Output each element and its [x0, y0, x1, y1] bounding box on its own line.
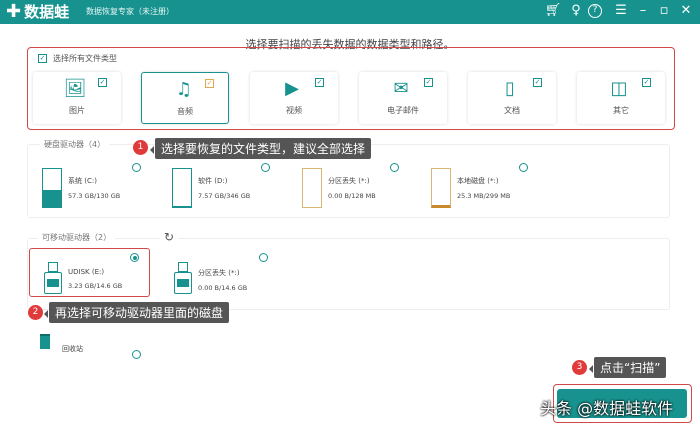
checkbox[interactable]: ✓	[315, 78, 324, 87]
key-icon[interactable]: ♀	[567, 3, 585, 18]
checkbox[interactable]: ✓	[205, 79, 214, 88]
drive-radio[interactable]	[130, 253, 139, 262]
drive-c[interactable]: 系统 (C:) 57.3 GB/130 GB	[42, 168, 120, 208]
callout-tooltip: 选择要恢复的文件类型，建议全部选择	[149, 138, 372, 159]
usb-icon	[44, 262, 62, 294]
checkbox[interactable]: ✓	[642, 78, 651, 87]
file-type-label: 视频	[286, 106, 302, 115]
checkbox[interactable]: ✓	[98, 78, 107, 87]
file-type-document[interactable]: ▯ ✓ 文档	[468, 72, 556, 124]
watermark: 头条 @数据蛙软件	[540, 399, 674, 418]
callout-tooltip: 再选择可移动驱动器里面的磁盘	[43, 302, 230, 323]
drive-size: 3.23 GB/14.6 GB	[68, 282, 123, 290]
file-type-image[interactable]: 🖼︎ ✓ 图片	[33, 72, 121, 124]
logo-text: 数据蛙	[24, 3, 70, 21]
drive-radio[interactable]	[259, 253, 268, 262]
drive-size: 25.3 MB/299 MB	[457, 192, 511, 200]
checkbox[interactable]: ✓	[533, 78, 542, 87]
drive-icon	[42, 168, 62, 208]
minimize-icon[interactable]: –	[634, 3, 652, 18]
document-icon: ▯	[505, 78, 515, 99]
close-icon[interactable]: ✕	[677, 3, 695, 18]
drive-radio[interactable]	[261, 163, 270, 172]
select-all-checkbox[interactable]: ✓ 选择所有文件类型	[38, 53, 117, 64]
drive-local-disk[interactable]: 本地磁盘 (*:) 25.3 MB/299 MB	[431, 168, 510, 208]
drive-radio[interactable]	[132, 163, 141, 172]
drive-name: 分区丢失 (*:)	[198, 269, 240, 277]
file-type-label: 图片	[69, 106, 85, 115]
image-icon: 🖼︎	[63, 78, 87, 99]
drive-size: 7.57 GB/346 GB	[198, 192, 251, 200]
logo-icon: ✚	[6, 1, 22, 22]
drive-size: 0.00 B/14.6 GB	[198, 284, 248, 292]
file-type-label: 音频	[177, 107, 193, 116]
usb-icon	[174, 262, 192, 294]
drive-size: 0.00 B/128 MB	[328, 192, 376, 200]
checkbox[interactable]: ✓	[424, 78, 433, 87]
help-icon[interactable]: ?	[588, 4, 602, 18]
drive-icon	[172, 168, 192, 208]
other-icon: ◫	[610, 78, 628, 99]
email-icon: ✉	[393, 78, 409, 99]
checkbox-icon: ✓	[38, 54, 47, 63]
drive-name: UDISK (E:)	[68, 268, 105, 276]
drive-size: 57.3 GB/130 GB	[68, 192, 121, 200]
callout-badge: 2	[28, 305, 43, 320]
recycle-bin-label[interactable]: 回收站	[62, 344, 83, 354]
removable-drives-label: 可移动驱动器（2）	[38, 232, 116, 243]
drive-name: 软件 (D:)	[198, 177, 228, 185]
select-all-label: 选择所有文件类型	[53, 54, 117, 63]
maximize-icon[interactable]: ▫	[655, 3, 673, 18]
cart-icon[interactable]: 🛒︎	[544, 3, 562, 18]
file-type-label: 文档	[504, 106, 520, 115]
drive-icon	[302, 168, 322, 208]
menu-icon[interactable]: ☰	[612, 3, 630, 18]
drive-removable-lost-partition[interactable]: 分区丢失 (*:) 0.00 B/14.6 GB	[174, 262, 247, 294]
file-type-other[interactable]: ◫ ✓ 其它	[577, 72, 665, 124]
file-type-audio[interactable]: ♫ ✓ 音频	[141, 72, 229, 124]
app-subtitle: 数据恢复专家（未注册）	[86, 7, 174, 16]
drive-icon	[431, 168, 451, 208]
title-bar: ✚ 数据蛙 数据恢复专家（未注册） 🛒︎ ♀ ? ☰ – ▫ ✕	[0, 0, 700, 24]
drive-name: 本地磁盘 (*:)	[457, 177, 499, 185]
file-type-video[interactable]: ▶ ✓ 视频	[250, 72, 338, 124]
drive-udisk[interactable]: UDISK (E:) 3.23 GB/14.6 GB	[44, 262, 122, 294]
file-type-email[interactable]: ✉ ✓ 电子邮件	[359, 72, 447, 124]
drive-name: 系统 (C:)	[68, 177, 97, 185]
drive-lost-partition[interactable]: 分区丢失 (*:) 0.00 B/128 MB	[302, 168, 376, 208]
file-type-label: 电子邮件	[387, 106, 419, 115]
callout-badge: 3	[572, 360, 587, 375]
file-type-label: 其它	[613, 106, 629, 115]
callout-tooltip: 点击“扫描”	[588, 357, 667, 378]
recycle-bin-radio[interactable]	[132, 350, 141, 359]
hard-drives-label: 硬盘驱动器（4）	[40, 139, 110, 150]
recycle-bin-icon[interactable]	[40, 334, 50, 349]
app-logo: ✚ 数据蛙	[6, 1, 69, 22]
refresh-icon[interactable]: ↻	[160, 230, 179, 244]
callout-badge: 1	[133, 140, 148, 155]
drive-d[interactable]: 软件 (D:) 7.57 GB/346 GB	[172, 168, 250, 208]
drive-name: 分区丢失 (*:)	[328, 177, 370, 185]
drive-radio[interactable]	[390, 163, 399, 172]
drive-radio[interactable]	[519, 163, 528, 172]
video-icon: ▶	[285, 78, 299, 99]
audio-icon: ♫	[175, 79, 193, 100]
